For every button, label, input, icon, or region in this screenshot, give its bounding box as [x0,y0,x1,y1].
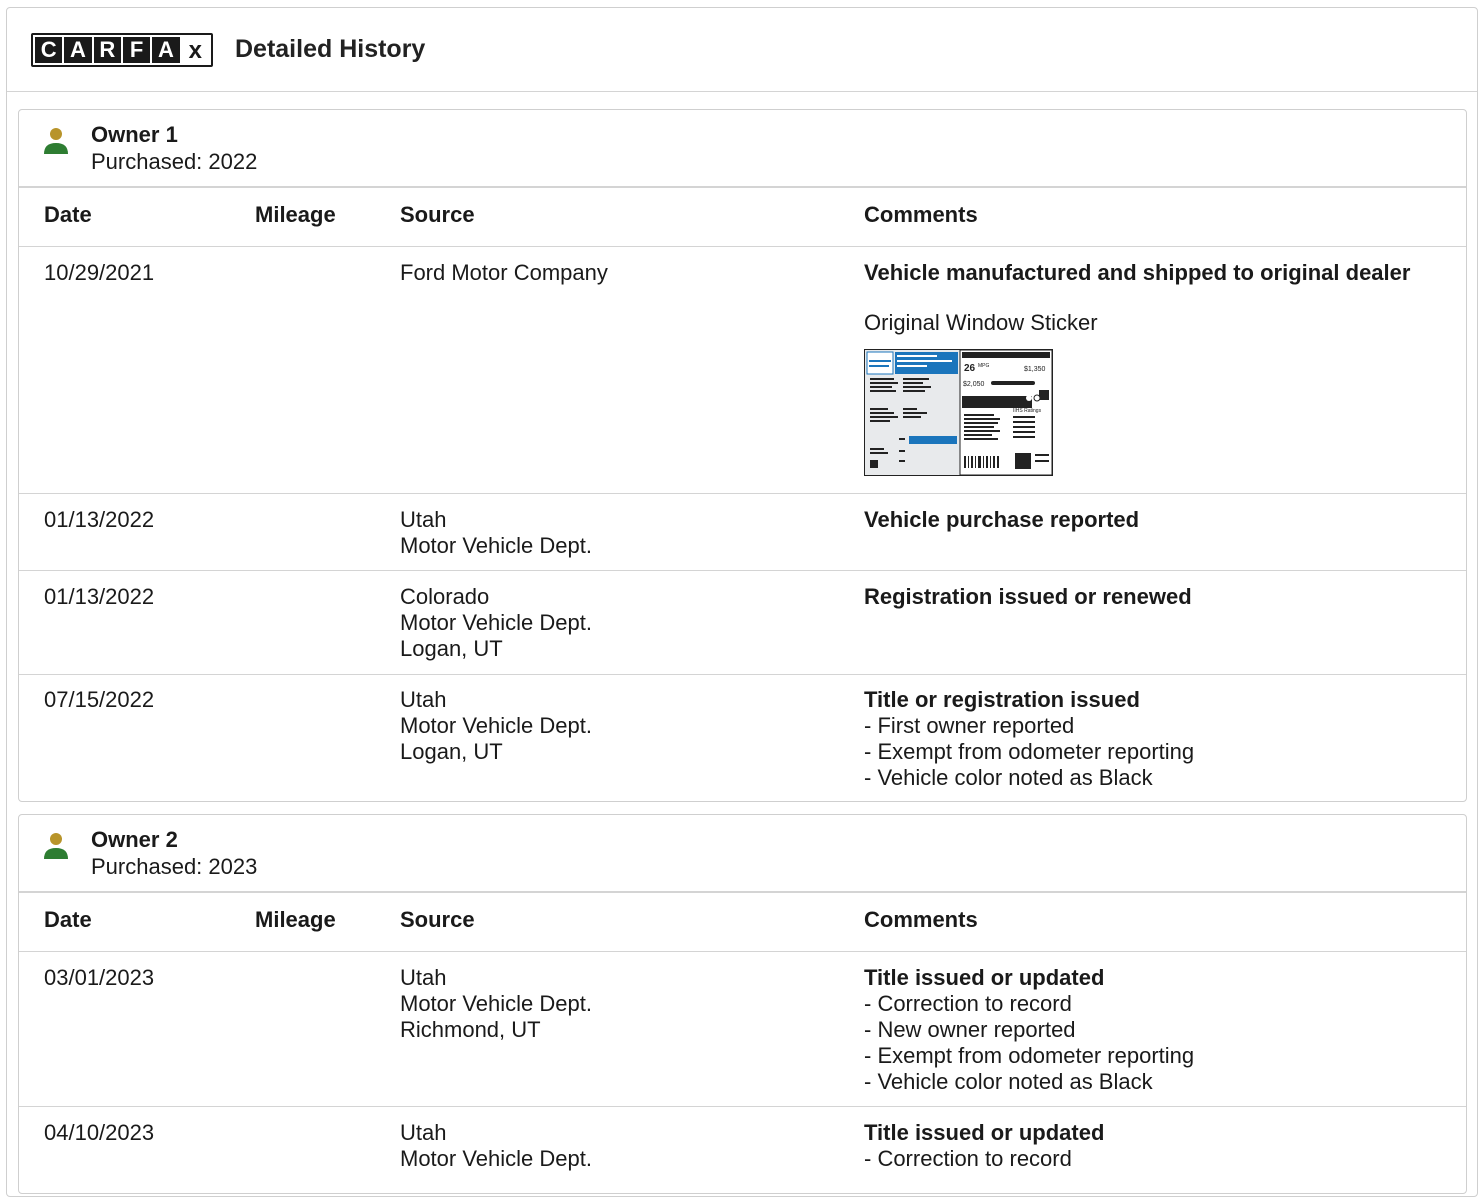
comment-detail: - Correction to record [864,991,1072,1016]
row-source: Utah Motor Vehicle Dept. Richmond, UT [400,965,592,1042]
comment-title: Vehicle manufactured and shipped to orig… [864,260,1411,285]
row-comments: Title or registration issued - First own… [864,687,1194,791]
history-row: 01/13/2022 Colorado Motor Vehicle Dept. … [19,571,1466,675]
comment-detail: - First owner reported [864,713,1075,738]
comment-title: Title or registration issued [864,687,1140,712]
owner-name: Owner 2 [91,827,178,852]
owner-purchased-year: Purchased: 2023 [91,854,258,879]
comment-detail: - Vehicle color noted as Black [864,1069,1153,1094]
svg-text:26: 26 [964,363,976,374]
person-icon [44,128,68,154]
comment-detail: - Exempt from odometer reporting [864,739,1195,764]
row-date: 01/13/2022 [44,507,155,532]
svg-text:MPG: MPG [978,363,990,369]
comment-title: Vehicle purchase reported [864,507,1140,532]
row-date: 04/10/2023 [44,1120,155,1145]
history-row: 01/13/2022 Utah Motor Vehicle Dept. Vehi… [19,494,1466,571]
svg-text:$2,050: $2,050 [963,381,985,388]
row-comments: Vehicle manufactured and shipped to orig… [864,260,1410,476]
owner-name: Owner 1 [91,122,178,147]
comment-title: Registration issued or renewed [864,584,1192,609]
comment-title: Title issued or updated [864,965,1105,990]
history-row: 04/10/2023 Utah Motor Vehicle Dept. Titl… [19,1107,1466,1193]
column-header-date: Date [44,907,92,932]
column-header-source: Source [400,907,475,932]
history-row: 10/29/2021 Ford Motor Company Vehicle ma… [19,247,1466,494]
svg-text:IIHS Ratings: IIHS Ratings [1013,408,1042,414]
report-header: C A R F A x Detailed History [7,8,1477,92]
row-date: 07/15/2022 [44,687,155,712]
row-comments: Title issued or updated - Correction to … [864,965,1194,1095]
row-comments: Registration issued or renewed [864,584,1192,610]
owner-section: Owner 1 Purchased: 2022 Date Mileage Sou… [18,109,1467,802]
row-source: Utah Motor Vehicle Dept. [400,507,592,558]
history-row: 07/15/2022 Utah Motor Vehicle Dept. Loga… [19,674,1466,801]
window-sticker-link[interactable]: Original Window Sticker [864,310,1410,336]
row-source: Colorado Motor Vehicle Dept. Logan, UT [400,584,592,661]
column-header-date: Date [44,202,92,227]
column-header-mileage: Mileage [255,907,336,932]
history-row: 03/01/2023 Utah Motor Vehicle Dept. Rich… [19,952,1466,1107]
comment-detail: - Exempt from odometer reporting [864,1043,1195,1068]
row-source: Ford Motor Company [400,260,608,285]
comment-detail: - Vehicle color noted as Black [864,765,1153,790]
row-source: Utah Motor Vehicle Dept. Logan, UT [400,687,592,764]
svg-text:$1,350: $1,350 [1024,366,1046,373]
carfax-logo: C A R F A x [31,32,213,67]
comment-detail: - New owner reported [864,1017,1076,1042]
row-comments: Title issued or updated - Correction to … [864,1120,1104,1172]
history-table-header: Date Mileage Source Comments [19,893,1466,952]
column-header-mileage: Mileage [255,202,336,227]
comment-title: Title issued or updated [864,1120,1105,1145]
column-header-source: Source [400,202,475,227]
row-comments: Vehicle purchase reported [864,507,1139,533]
row-date: 01/13/2022 [44,584,155,609]
person-icon [44,833,68,859]
column-header-comments: Comments [864,907,978,932]
owner-section: Owner 2 Purchased: 2023 Date Mileage Sou… [18,814,1467,1194]
history-table-header: Date Mileage Source Comments [19,188,1466,247]
owner-header: Owner 2 Purchased: 2023 [19,815,1466,893]
row-date: 10/29/2021 [44,260,155,285]
row-date: 03/01/2023 [44,965,155,990]
owner-purchased-year: Purchased: 2022 [91,149,258,174]
comment-detail: - Correction to record [864,1146,1072,1171]
window-sticker-thumbnail[interactable]: 26 MPG $1,350 $2,050 IIHS Ratings [864,349,1053,476]
window-sticker-image: 26 MPG $1,350 $2,050 IIHS Ratings [865,349,1053,476]
row-source: Utah Motor Vehicle Dept. [400,1120,592,1171]
column-header-comments: Comments [864,202,978,227]
page-title: Detailed History [235,35,426,63]
owner-header: Owner 1 Purchased: 2022 [19,110,1466,188]
